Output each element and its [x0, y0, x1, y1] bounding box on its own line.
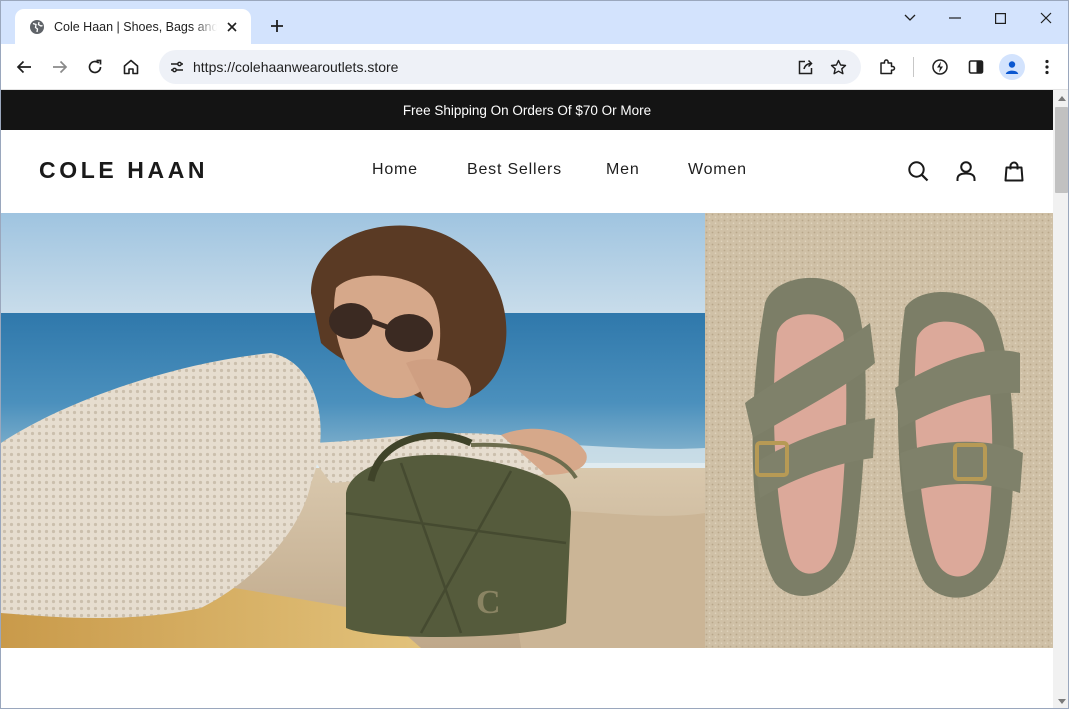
reload-icon[interactable] [80, 52, 110, 82]
search-icon[interactable] [906, 159, 930, 183]
hero-image-sandals [705, 213, 1053, 648]
announcement-bar: Free Shipping On Orders Of $70 Or More [1, 90, 1053, 130]
tab-strip: Cole Haan | Shoes, Bags and Accessories [1, 1, 1068, 44]
hero-image-beach: C [1, 213, 705, 648]
tab-cole-haan[interactable]: Cole Haan | Shoes, Bags and Accessories [15, 9, 251, 44]
scroll-thumb[interactable] [1055, 107, 1068, 193]
close-icon[interactable] [223, 18, 241, 36]
address-bar[interactable]: https://colehaanwearoutlets.store [159, 50, 861, 84]
nav-women[interactable]: Women [688, 161, 747, 179]
share-icon[interactable] [791, 53, 819, 81]
page-scrollbar[interactable] [1053, 90, 1068, 708]
browser-toolbar: https://colehaanwearoutlets.store [1, 44, 1068, 90]
star-icon[interactable] [824, 53, 852, 81]
close-icon[interactable] [1031, 7, 1061, 29]
performance-icon[interactable] [925, 52, 955, 82]
maximize-icon[interactable] [985, 7, 1015, 29]
account-icon[interactable] [954, 159, 978, 183]
hero-banner[interactable]: C [1, 213, 1053, 648]
home-icon[interactable] [116, 52, 146, 82]
nav-home[interactable]: Home [372, 161, 418, 179]
minimize-icon[interactable] [940, 7, 970, 29]
kebab-menu-icon[interactable] [1032, 52, 1062, 82]
back-arrow-icon[interactable] [9, 52, 39, 82]
scroll-up-arrow-icon[interactable] [1053, 90, 1068, 107]
svg-text:C: C [476, 584, 501, 621]
forward-arrow-icon[interactable] [45, 52, 75, 82]
nav-men[interactable]: Men [606, 161, 640, 179]
plus-icon[interactable] [263, 12, 291, 40]
page-viewport: Free Shipping On Orders Of $70 Or More C… [1, 90, 1053, 708]
url-text: https://colehaanwearoutlets.store [193, 59, 399, 75]
profile-icon[interactable] [999, 54, 1025, 80]
browser-window: Cole Haan | Shoes, Bags and Accessories [0, 0, 1069, 709]
site-logo[interactable]: COLE HAAN [39, 157, 208, 184]
scroll-down-arrow-icon[interactable] [1053, 693, 1068, 708]
puzzle-icon[interactable] [872, 52, 902, 82]
site-settings-icon[interactable] [163, 53, 191, 81]
tab-title: Cole Haan | Shoes, Bags and Accessories [54, 19, 217, 34]
shopping-bag-icon[interactable] [1002, 159, 1026, 183]
chevron-down-icon[interactable] [895, 7, 925, 29]
side-panel-icon[interactable] [961, 52, 991, 82]
site-header: COLE HAAN Home Best Sellers Men Women [1, 130, 1053, 213]
globe-icon [29, 19, 45, 35]
toolbar-separator [913, 57, 914, 77]
nav-best-sellers[interactable]: Best Sellers [467, 161, 562, 179]
